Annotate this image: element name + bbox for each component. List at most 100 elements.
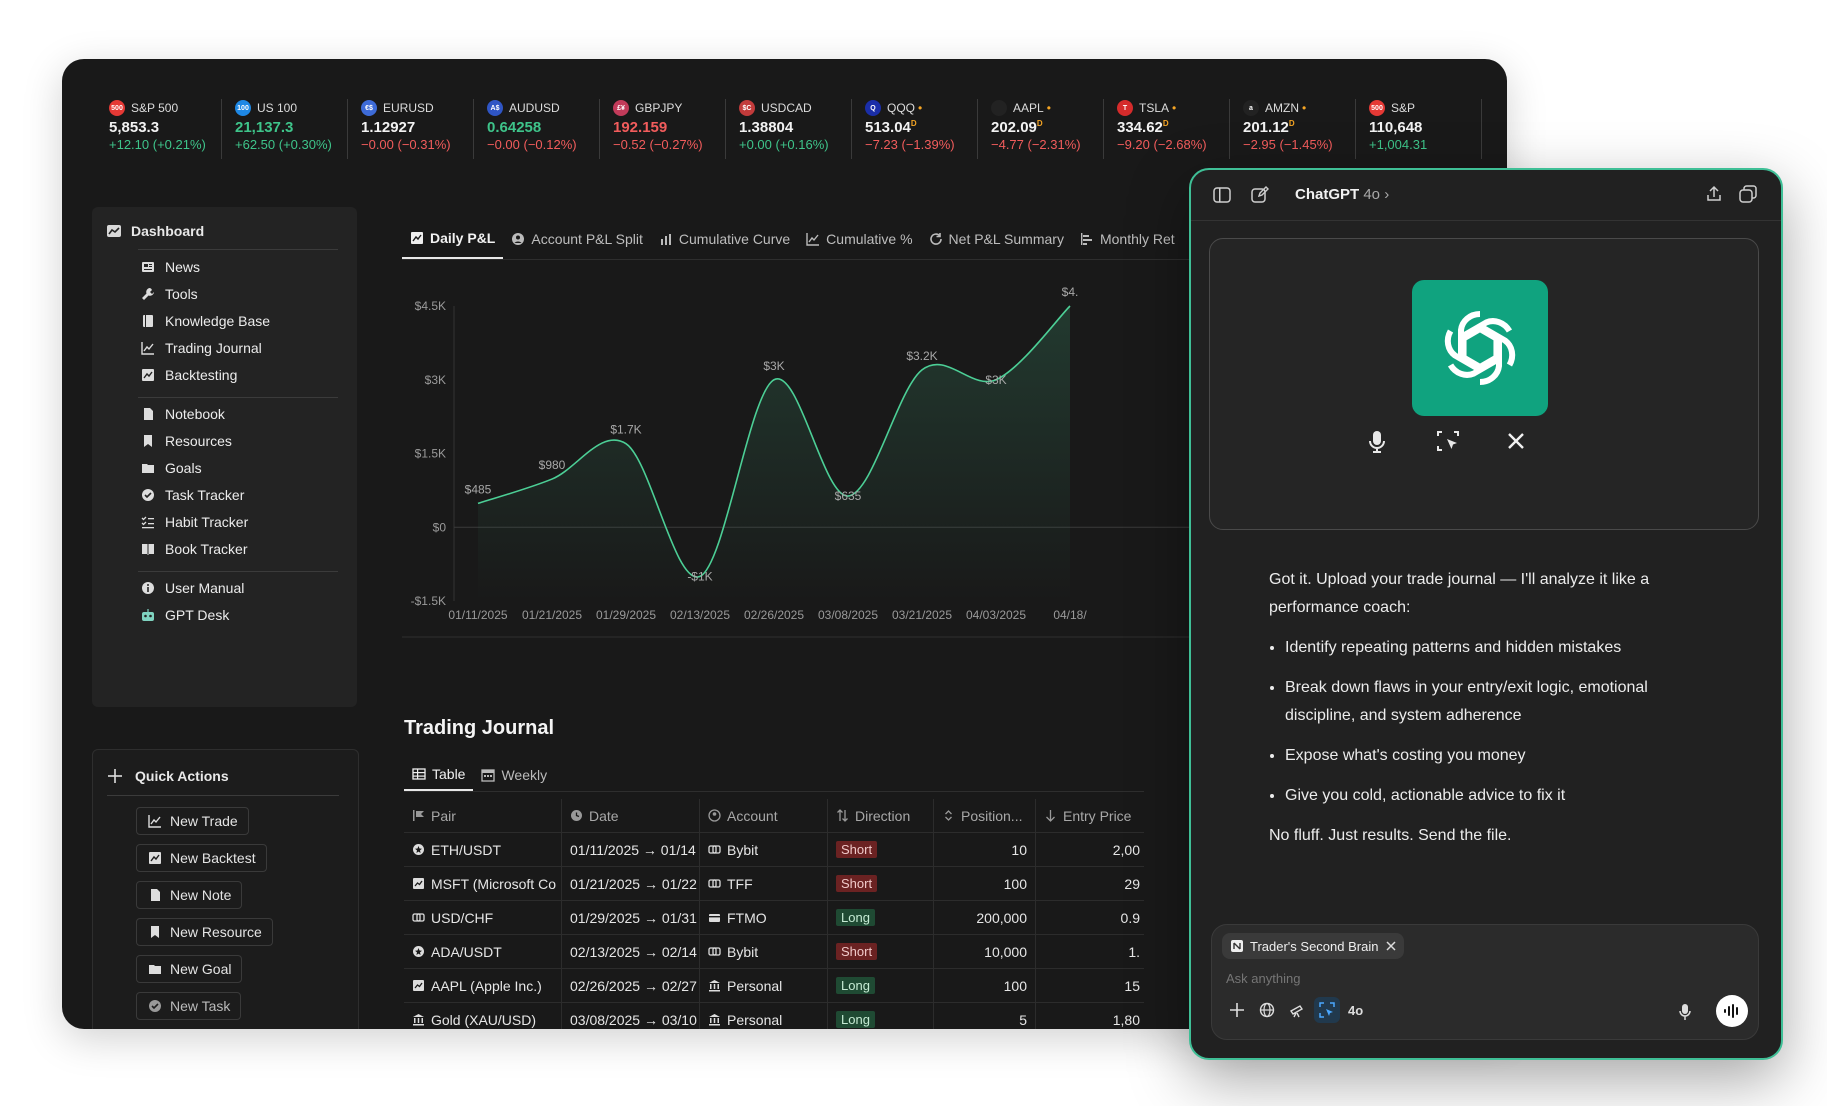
cell-entry-price[interactable]: 29 — [1036, 867, 1144, 900]
ticker-item[interactable]: A$ AUDUSD 0.64258 −0.00 (−0.12%) — [474, 99, 600, 159]
microphone-icon[interactable] — [1367, 430, 1387, 459]
cell-direction[interactable]: Long — [828, 969, 934, 1002]
sidebar-item-habit-tracker[interactable]: Habit Tracker — [140, 514, 248, 530]
table-row[interactable]: USD/CHF 01/29/2025 → 01/31 FTMO Long 200,000… — [404, 901, 1144, 935]
table-row[interactable]: MSFT (Microsoft Co 01/21/2025 → 01/22 TFF S… — [404, 867, 1144, 901]
sidebar-item-notebook[interactable]: Notebook — [140, 406, 225, 422]
column-header-direction[interactable]: Direction — [828, 799, 934, 832]
tab-daily-pnl[interactable]: Daily P&L — [402, 219, 504, 259]
cell-entry-price[interactable]: 1,80 — [1036, 1003, 1144, 1029]
cell-pair[interactable]: Gold (XAU/USD) — [404, 1003, 562, 1029]
cell-account[interactable]: Bybit — [700, 833, 828, 866]
tab-account-pnl-split[interactable]: Account P&L Split — [503, 219, 651, 259]
cell-pair[interactable]: ETH/USDT — [404, 833, 562, 866]
screen-share-icon[interactable] — [1314, 997, 1340, 1023]
cell-entry-price[interactable]: 1. — [1036, 935, 1144, 968]
tab-net-pnl-summary[interactable]: Net P&L Summary — [921, 219, 1072, 259]
cell-date[interactable]: 01/29/2025 → 01/31 — [562, 901, 700, 934]
cell-account[interactable]: Personal — [700, 1003, 828, 1029]
dictation-mic-icon[interactable] — [1678, 1003, 1692, 1026]
column-header-position[interactable]: Position... — [934, 799, 1036, 832]
sidebar-item-news[interactable]: News — [140, 259, 200, 275]
sidebar-item-task-tracker[interactable]: Task Tracker — [140, 487, 244, 503]
sidebar-item-book-tracker[interactable]: Book Tracker — [140, 541, 247, 557]
globe-icon[interactable] — [1254, 997, 1280, 1023]
ask-input[interactable] — [1224, 967, 1728, 989]
tab-cumulative-percent[interactable]: Cumulative % — [798, 219, 920, 259]
cell-date[interactable]: 01/11/2025 → 01/14 — [562, 833, 700, 866]
ticker-item[interactable]: 500 S&P 500 5,853.3 +12.10 (+0.21%) — [96, 99, 222, 159]
plus-icon[interactable] — [1224, 997, 1250, 1023]
new-backtest-button[interactable]: New Backtest — [136, 844, 267, 872]
cell-position[interactable]: 10,000 — [934, 935, 1036, 968]
cell-pair[interactable]: MSFT (Microsoft Co — [404, 867, 562, 900]
cell-pair[interactable]: USD/CHF — [404, 901, 562, 934]
table-row[interactable]: ETH/USDT 01/11/2025 → 01/14 Bybit Short 10 2,… — [404, 833, 1144, 867]
table-row[interactable]: AAPL (Apple Inc.) 02/26/2025 → 02/27 Perso… — [404, 969, 1144, 1003]
new-note-button[interactable]: New Note — [136, 881, 243, 909]
cell-position[interactable]: 200,000 — [934, 901, 1036, 934]
chatgpt-model-selector[interactable]: ChatGPT 4o › — [1295, 186, 1389, 203]
cell-account[interactable]: Personal — [700, 969, 828, 1002]
attachment-chip[interactable]: Trader's Second Brain — [1222, 933, 1405, 959]
ticker-item[interactable]: £¥ GBPJPY 192.159 −0.52 (−0.27%) — [600, 99, 726, 159]
cell-entry-price[interactable]: 15 — [1036, 969, 1144, 1002]
sidebar-header-dashboard[interactable]: Dashboard — [106, 223, 204, 239]
cell-date[interactable]: 02/26/2025 → 02/27 — [562, 969, 700, 1002]
ticker-item[interactable]: €$ EURUSD 1.12927 −0.00 (−0.31%) — [348, 99, 474, 159]
column-header-date[interactable]: Date — [562, 799, 700, 832]
ticker-item[interactable]: 100 US 100 21,137.3 +62.50 (+0.30%) — [222, 99, 348, 159]
cell-entry-price[interactable]: 0.9 — [1036, 901, 1144, 934]
cell-account[interactable]: Bybit — [700, 935, 828, 968]
cell-direction[interactable]: Short — [828, 867, 934, 900]
quick-actions-header[interactable]: Quick Actions — [107, 768, 229, 784]
column-header-pair[interactable]: Pair — [404, 799, 562, 832]
tab-weekly[interactable]: Weekly — [473, 759, 555, 791]
cell-position[interactable]: 100 — [934, 867, 1036, 900]
cell-pair[interactable]: AAPL (Apple Inc.) — [404, 969, 562, 1002]
cell-position[interactable]: 100 — [934, 969, 1036, 1002]
tab-cumulative-curve[interactable]: Cumulative Curve — [651, 219, 798, 259]
sidebar-item-user-manual[interactable]: User Manual — [140, 580, 244, 596]
close-icon[interactable] — [1507, 432, 1525, 455]
ticker-item[interactable]: T TSLA • 334.62D −9.20 (−2.68%) — [1104, 99, 1230, 159]
cell-account[interactable]: FTMO — [700, 901, 828, 934]
ticker-item[interactable]: $C USDCAD 1.38804 +0.00 (+0.16%) — [726, 99, 852, 159]
ticker-item[interactable]: AAPL • 202.09D −4.77 (−2.31%) — [978, 99, 1104, 159]
table-row[interactable]: ADA/USDT 02/13/2025 → 02/14 Bybit Short 10,0… — [404, 935, 1144, 969]
table-row[interactable]: Gold (XAU/USD) 03/08/2025 → 03/10 Personal… — [404, 1003, 1144, 1029]
ticker-item[interactable]: a AMZN • 201.12D −2.95 (−1.45%) — [1230, 99, 1356, 159]
new-goal-button[interactable]: New Goal — [136, 955, 243, 983]
sidebar-item-knowledge-base[interactable]: Knowledge Base — [140, 313, 270, 329]
screen-share-icon[interactable] — [1436, 429, 1460, 458]
cell-account[interactable]: TFF — [700, 867, 828, 900]
tab-table[interactable]: Table — [404, 759, 474, 791]
new-task-button[interactable]: New Task — [136, 992, 242, 1020]
sidebar-toggle-icon[interactable] — [1213, 187, 1231, 208]
new-window-icon[interactable] — [1739, 185, 1757, 208]
sidebar-item-backtesting[interactable]: Backtesting — [140, 367, 237, 383]
telescope-icon[interactable] — [1284, 997, 1310, 1023]
cell-date[interactable]: 02/13/2025 → 02/14 — [562, 935, 700, 968]
cell-pair[interactable]: ADA/USDT — [404, 935, 562, 968]
cell-date[interactable]: 01/21/2025 → 01/22 — [562, 867, 700, 900]
new-resource-button[interactable]: New Resource — [136, 918, 273, 946]
new-chat-icon[interactable] — [1251, 186, 1269, 209]
cell-date[interactable]: 03/08/2025 → 03/10 — [562, 1003, 700, 1029]
ticker-item[interactable]: 500 S&P 110,648 +1,004.31 — [1356, 99, 1482, 159]
sidebar-item-resources[interactable]: Resources — [140, 433, 232, 449]
model-label[interactable]: 4o — [1348, 1003, 1363, 1018]
sidebar-item-goals[interactable]: Goals — [140, 460, 202, 476]
share-icon[interactable] — [1705, 185, 1723, 208]
ticker-item[interactable]: Q QQQ • 513.04D −7.23 (−1.39%) — [852, 99, 978, 159]
cell-position[interactable]: 10 — [934, 833, 1036, 866]
cell-direction[interactable]: Long — [828, 1003, 934, 1029]
new-trade-button[interactable]: New Trade — [136, 807, 249, 835]
cell-direction[interactable]: Long — [828, 901, 934, 934]
remove-chip-icon[interactable] — [1386, 941, 1396, 951]
cell-entry-price[interactable]: 2,00 — [1036, 833, 1144, 866]
cell-direction[interactable]: Short — [828, 833, 934, 866]
cell-position[interactable]: 5 — [934, 1003, 1036, 1029]
voice-mode-button[interactable] — [1716, 995, 1748, 1027]
sidebar-item-tools[interactable]: Tools — [140, 286, 198, 302]
